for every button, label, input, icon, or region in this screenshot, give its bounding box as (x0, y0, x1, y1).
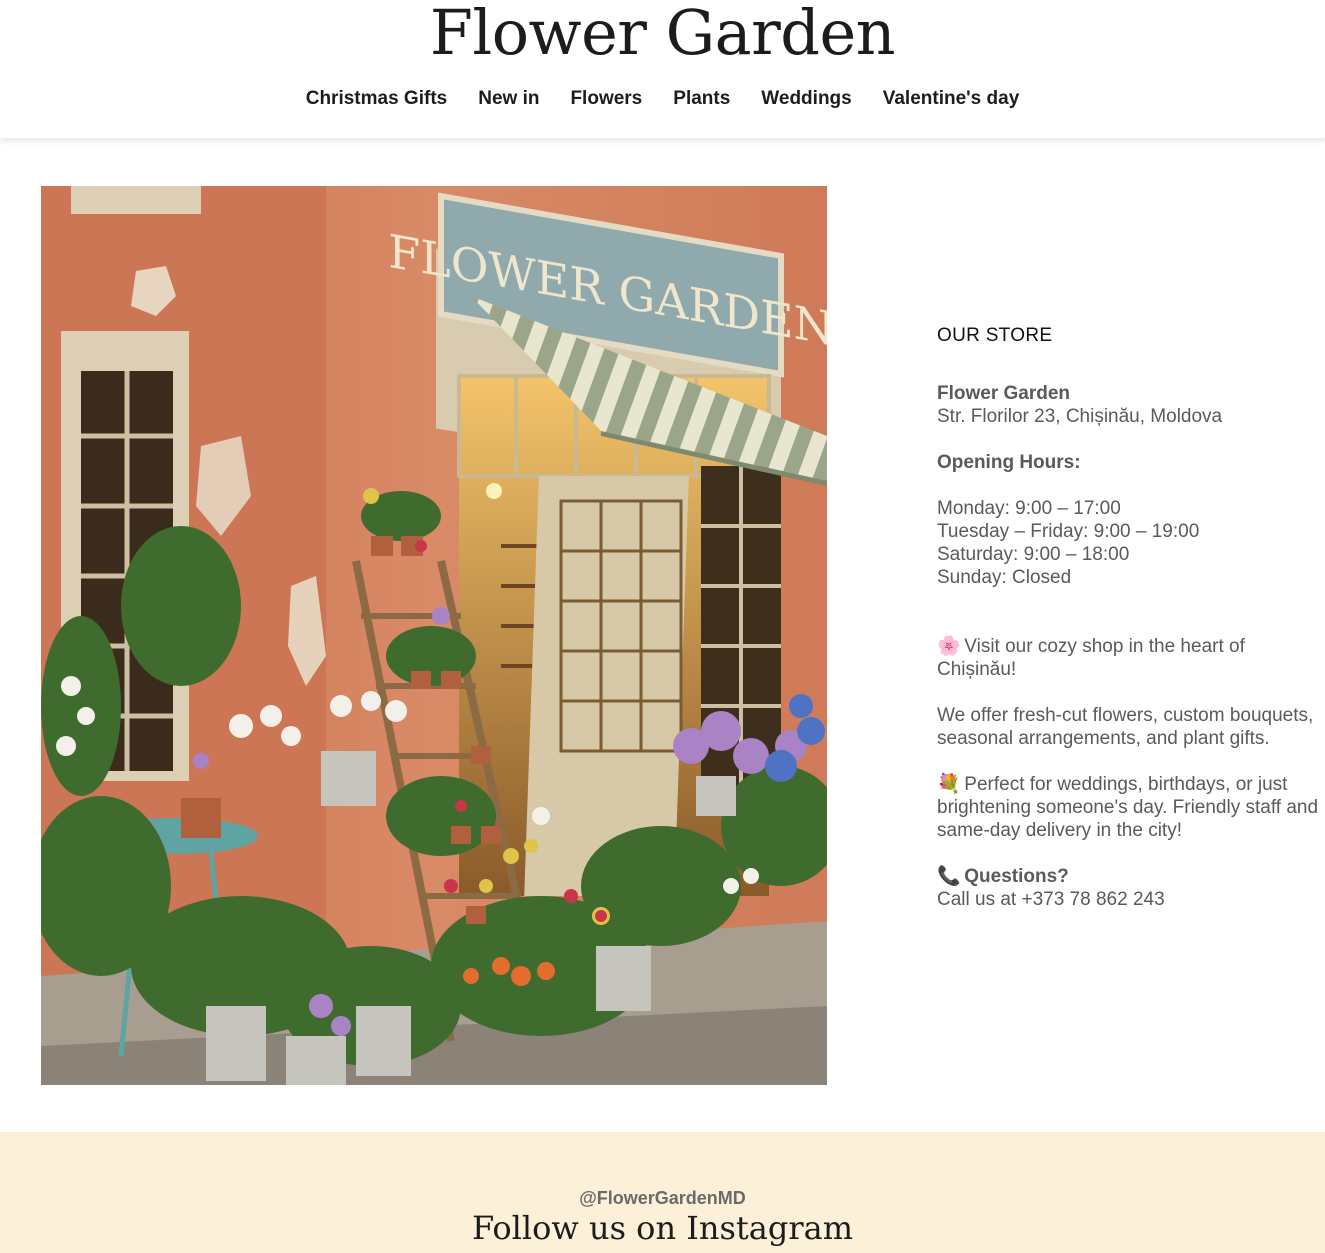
site-header: Flower Garden Christmas Gifts New in Flo… (0, 0, 1325, 138)
perfect-text: Perfect for weddings, birthdays, or just… (937, 774, 1319, 841)
main-nav: Christmas Gifts New in Flowers Plants We… (0, 86, 1325, 112)
storefront-photo: FLOWER GARDEN (41, 186, 827, 1085)
store-address: Str. Florilor 23, Chișinău, Moldova (937, 406, 1223, 427)
nav-valentines-day[interactable]: Valentine's day (883, 86, 1020, 112)
perfect-text-block: 💐 Perfect for weddings, birthdays, or ju… (937, 773, 1322, 842)
offer-text: We offer fresh-cut flowers, custom bouqu… (937, 705, 1314, 749)
bouquet-icon: 💐 (937, 774, 961, 795)
instagram-section: @FlowerGardenMD Follow us on Instagram (0, 1132, 1325, 1253)
hours-tuesday-friday: Tuesday – Friday: 9:00 – 19:00 (937, 521, 1200, 542)
hours-monday: Monday: 9:00 – 17:00 (937, 498, 1121, 519)
nav-christmas-gifts[interactable]: Christmas Gifts (306, 86, 447, 112)
questions-title: Questions? (964, 866, 1069, 887)
site-title[interactable]: Flower Garden (0, 0, 1325, 68)
hours-saturday: Saturday: 9:00 – 18:00 (937, 544, 1130, 565)
hours-sunday: Sunday: Closed (937, 567, 1072, 588)
nav-new-in[interactable]: New in (478, 86, 539, 112)
questions-block: 📞 Questions? (937, 865, 1322, 888)
visit-text-block: 🌸 Visit our cozy shop in the heart of Ch… (937, 635, 1322, 681)
store-heading: OUR STORE (937, 325, 1053, 346)
visit-text: Visit our cozy shop in the heart of Chiș… (937, 636, 1245, 680)
phone-icon: 📞 (937, 866, 961, 887)
nav-plants[interactable]: Plants (673, 86, 730, 112)
blossom-icon: 🌸 (937, 636, 961, 657)
storefront-illustration: FLOWER GARDEN (41, 186, 827, 1085)
nav-flowers[interactable]: Flowers (570, 86, 642, 112)
instagram-title: Follow us on Instagram (471, 1209, 854, 1247)
store-name: Flower Garden (937, 383, 1071, 404)
nav-weddings[interactable]: Weddings (761, 86, 851, 112)
store-info: OUR STORE Flower Garden Str. Florilor 23… (937, 324, 1322, 911)
hours-title: Opening Hours: (937, 452, 1081, 473)
call-text[interactable]: Call us at +373 78 862 243 (937, 888, 1322, 911)
